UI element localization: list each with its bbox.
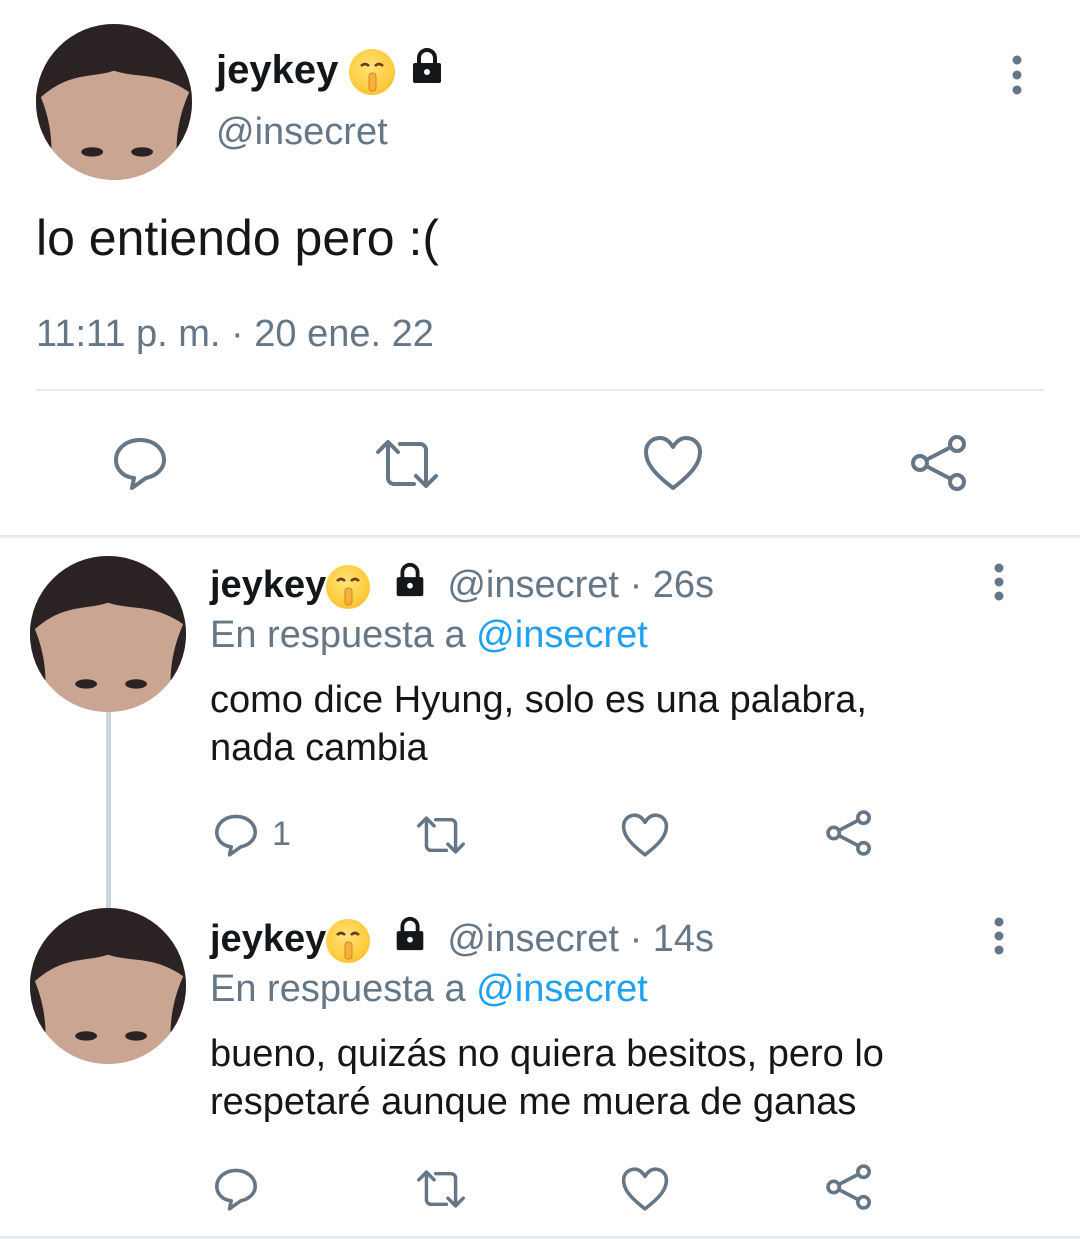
divider [36, 389, 1044, 391]
more-options-icon[interactable] [984, 562, 1014, 602]
reply-to-link[interactable]: @insecret [476, 968, 648, 1010]
avatar[interactable] [30, 908, 186, 1064]
avatar[interactable] [30, 556, 186, 712]
reply-text-line: bueno, quizás no quiera besitos, pero lo [210, 1033, 884, 1075]
like-icon[interactable] [620, 812, 670, 858]
avatar-photo [30, 908, 186, 1064]
main-tweet-timestamp[interactable]: 11:11 p. m. · 20 ene. 22 [36, 310, 434, 358]
display-name-text: jeykey [210, 564, 327, 606]
more-options-icon[interactable] [984, 916, 1014, 956]
reply-button[interactable]: 1 [212, 810, 291, 858]
main-display-name[interactable]: jeykey [216, 44, 447, 99]
like-icon[interactable] [620, 1166, 670, 1212]
reply-prefix: En respuesta a [210, 614, 466, 656]
reply-text: como dice Hyung, solo es una palabra, na… [210, 676, 867, 772]
avatar-photo [30, 556, 186, 712]
avatar[interactable] [36, 24, 192, 180]
shushing-face-icon [326, 564, 371, 609]
more-options-icon[interactable] [1000, 54, 1034, 98]
shushing-face-icon [349, 49, 396, 96]
reply-to-link[interactable]: @insecret [476, 614, 648, 656]
reply-icon [215, 814, 257, 857]
lock-icon [391, 915, 429, 966]
lock-icon [407, 46, 447, 99]
reply-prefix: En respuesta a [210, 968, 466, 1010]
reply-text-line: respetaré aunque me muera de ganas [210, 1081, 857, 1123]
avatar-photo [36, 24, 192, 180]
retweet-icon[interactable] [370, 434, 444, 494]
share-icon[interactable] [908, 432, 970, 494]
handle-text: @insecret [447, 564, 619, 606]
reply-icon[interactable] [110, 432, 170, 492]
section-divider [0, 535, 1080, 538]
time-ago-text: · 26s [629, 564, 715, 606]
thread-line [106, 712, 111, 910]
reply-context: En respuesta a @insecret [210, 964, 648, 1014]
main-tweet-text: lo entiendo pero :( [36, 210, 440, 266]
main-handle[interactable]: @insecret [216, 108, 388, 156]
display-name-text: jeykey [210, 918, 327, 960]
shushing-face-icon [326, 918, 371, 963]
reply-count: 1 [272, 814, 291, 853]
display-name-text: jeykey [216, 48, 339, 92]
reply-context: En respuesta a @insecret [210, 610, 648, 660]
reply-header[interactable]: jeykey @insecret · 14s [210, 914, 714, 966]
retweet-icon[interactable] [412, 812, 470, 858]
lock-icon [391, 561, 429, 612]
reply-text: bueno, quizás no quiera besitos, pero lo… [210, 1030, 884, 1126]
reply-header[interactable]: jeykey @insecret · 26s [210, 560, 714, 612]
handle-text: @insecret [447, 918, 619, 960]
like-icon[interactable] [642, 434, 704, 492]
share-icon[interactable] [824, 1162, 874, 1212]
reply-text-line: como dice Hyung, solo es una palabra, [210, 679, 867, 721]
reply-text-line: nada cambia [210, 727, 428, 769]
reply-icon[interactable] [212, 1164, 260, 1212]
retweet-icon[interactable] [412, 1166, 470, 1212]
share-icon[interactable] [824, 808, 874, 858]
time-ago-text: · 14s [629, 918, 715, 960]
